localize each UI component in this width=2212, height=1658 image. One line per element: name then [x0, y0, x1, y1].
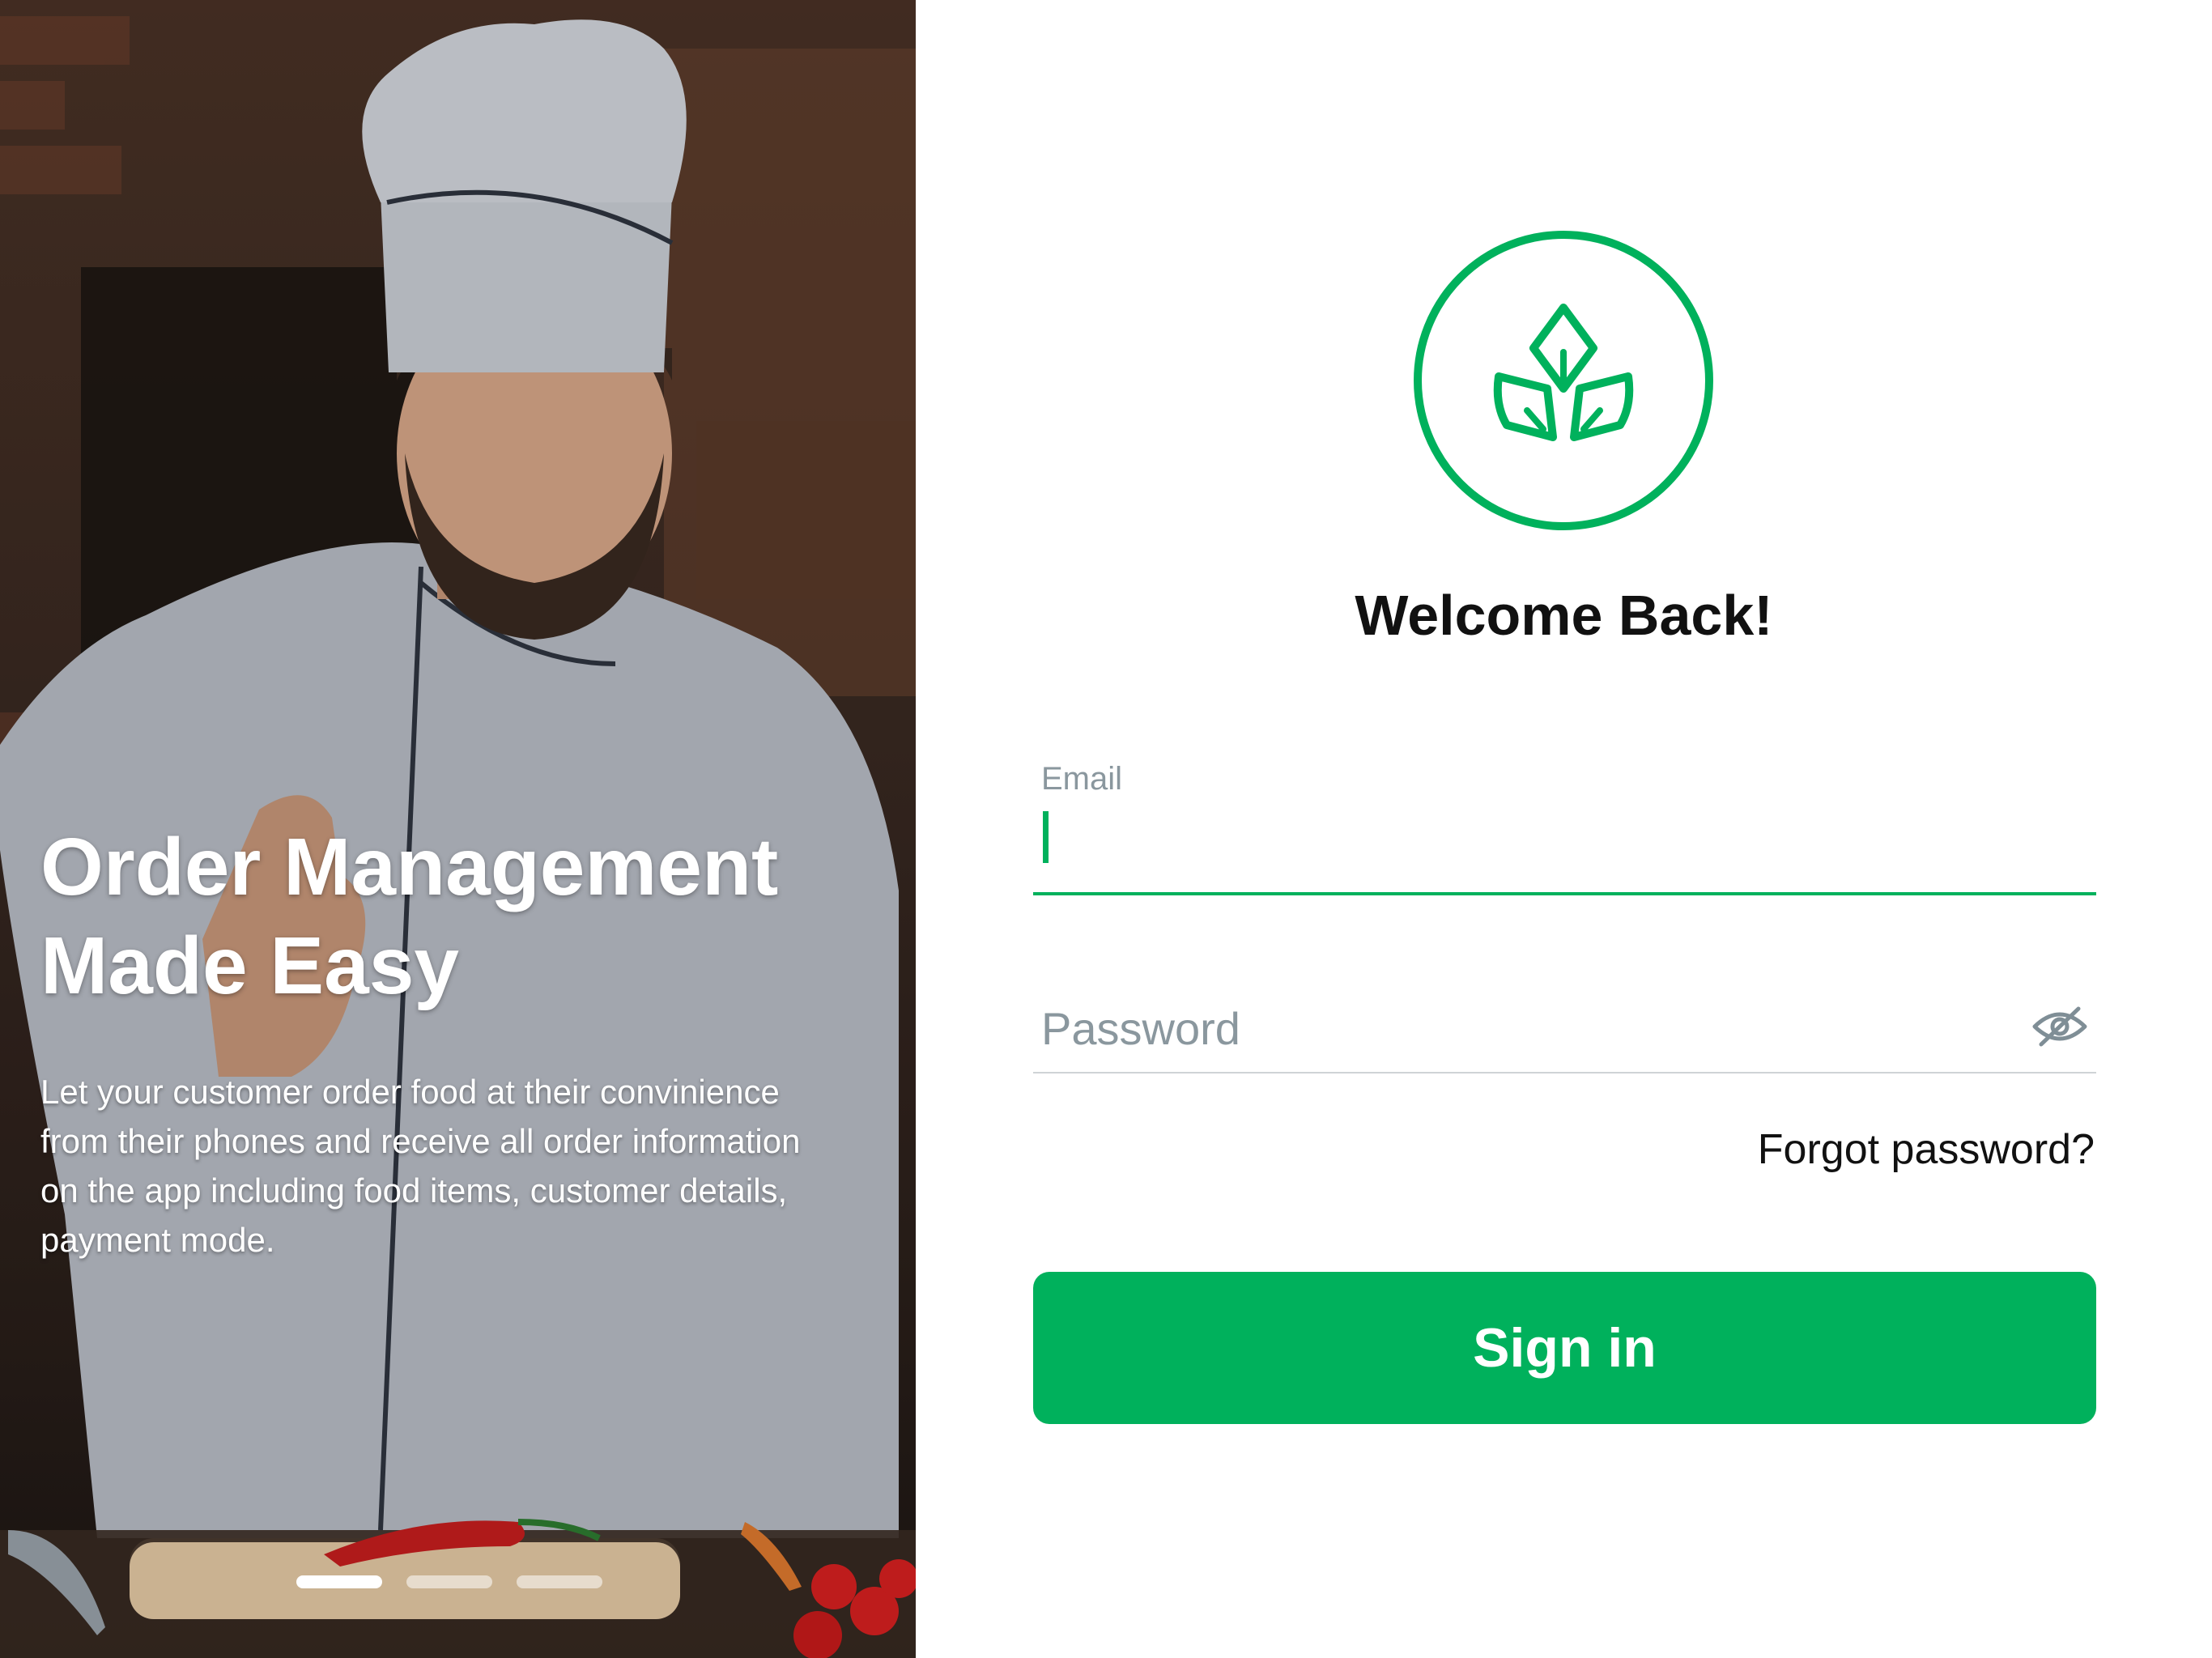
hero-description-line: Let your customer order food at their co… [40, 1073, 780, 1111]
email-field[interactable]: Email [1033, 753, 2096, 895]
hero-panel: Order Management Made Easy Let your cust… [0, 0, 916, 1658]
leaf-sprout-icon [1414, 231, 1713, 530]
forgot-password-link[interactable]: Forgot password? [1758, 1125, 2095, 1174]
carousel-dot-2[interactable] [406, 1575, 492, 1588]
welcome-heading: Welcome Back! [1355, 584, 1773, 647]
hero-description-line: payment mode. [40, 1221, 275, 1259]
password-input[interactable] [1041, 996, 1972, 1061]
hero-title-line: Order Management [40, 822, 779, 912]
hero-title: Order Management Made Easy [40, 818, 899, 1015]
carousel-dot-1[interactable] [296, 1575, 382, 1588]
text-cursor [1043, 811, 1049, 863]
eye-slash-icon[interactable] [2031, 1004, 2088, 1049]
hero-description: Let your customer order food at their co… [40, 1067, 891, 1265]
sign-in-button[interactable]: Sign in [1033, 1272, 2096, 1424]
hero-description-line: from their phones and receive all order … [40, 1122, 801, 1160]
email-input[interactable] [1041, 808, 2013, 873]
carousel-indicator [296, 1575, 602, 1588]
password-field[interactable] [1033, 980, 2096, 1073]
login-panel: Welcome Back! Email Forgot password? Sig… [916, 0, 2212, 1658]
email-label: Email [1041, 761, 1123, 797]
hero-description-line: on the app including food items, custome… [40, 1171, 788, 1209]
hero-title-line: Made Easy [40, 920, 459, 1011]
carousel-dot-3[interactable] [517, 1575, 602, 1588]
login-screen: Order Management Made Easy Let your cust… [0, 0, 2212, 1658]
